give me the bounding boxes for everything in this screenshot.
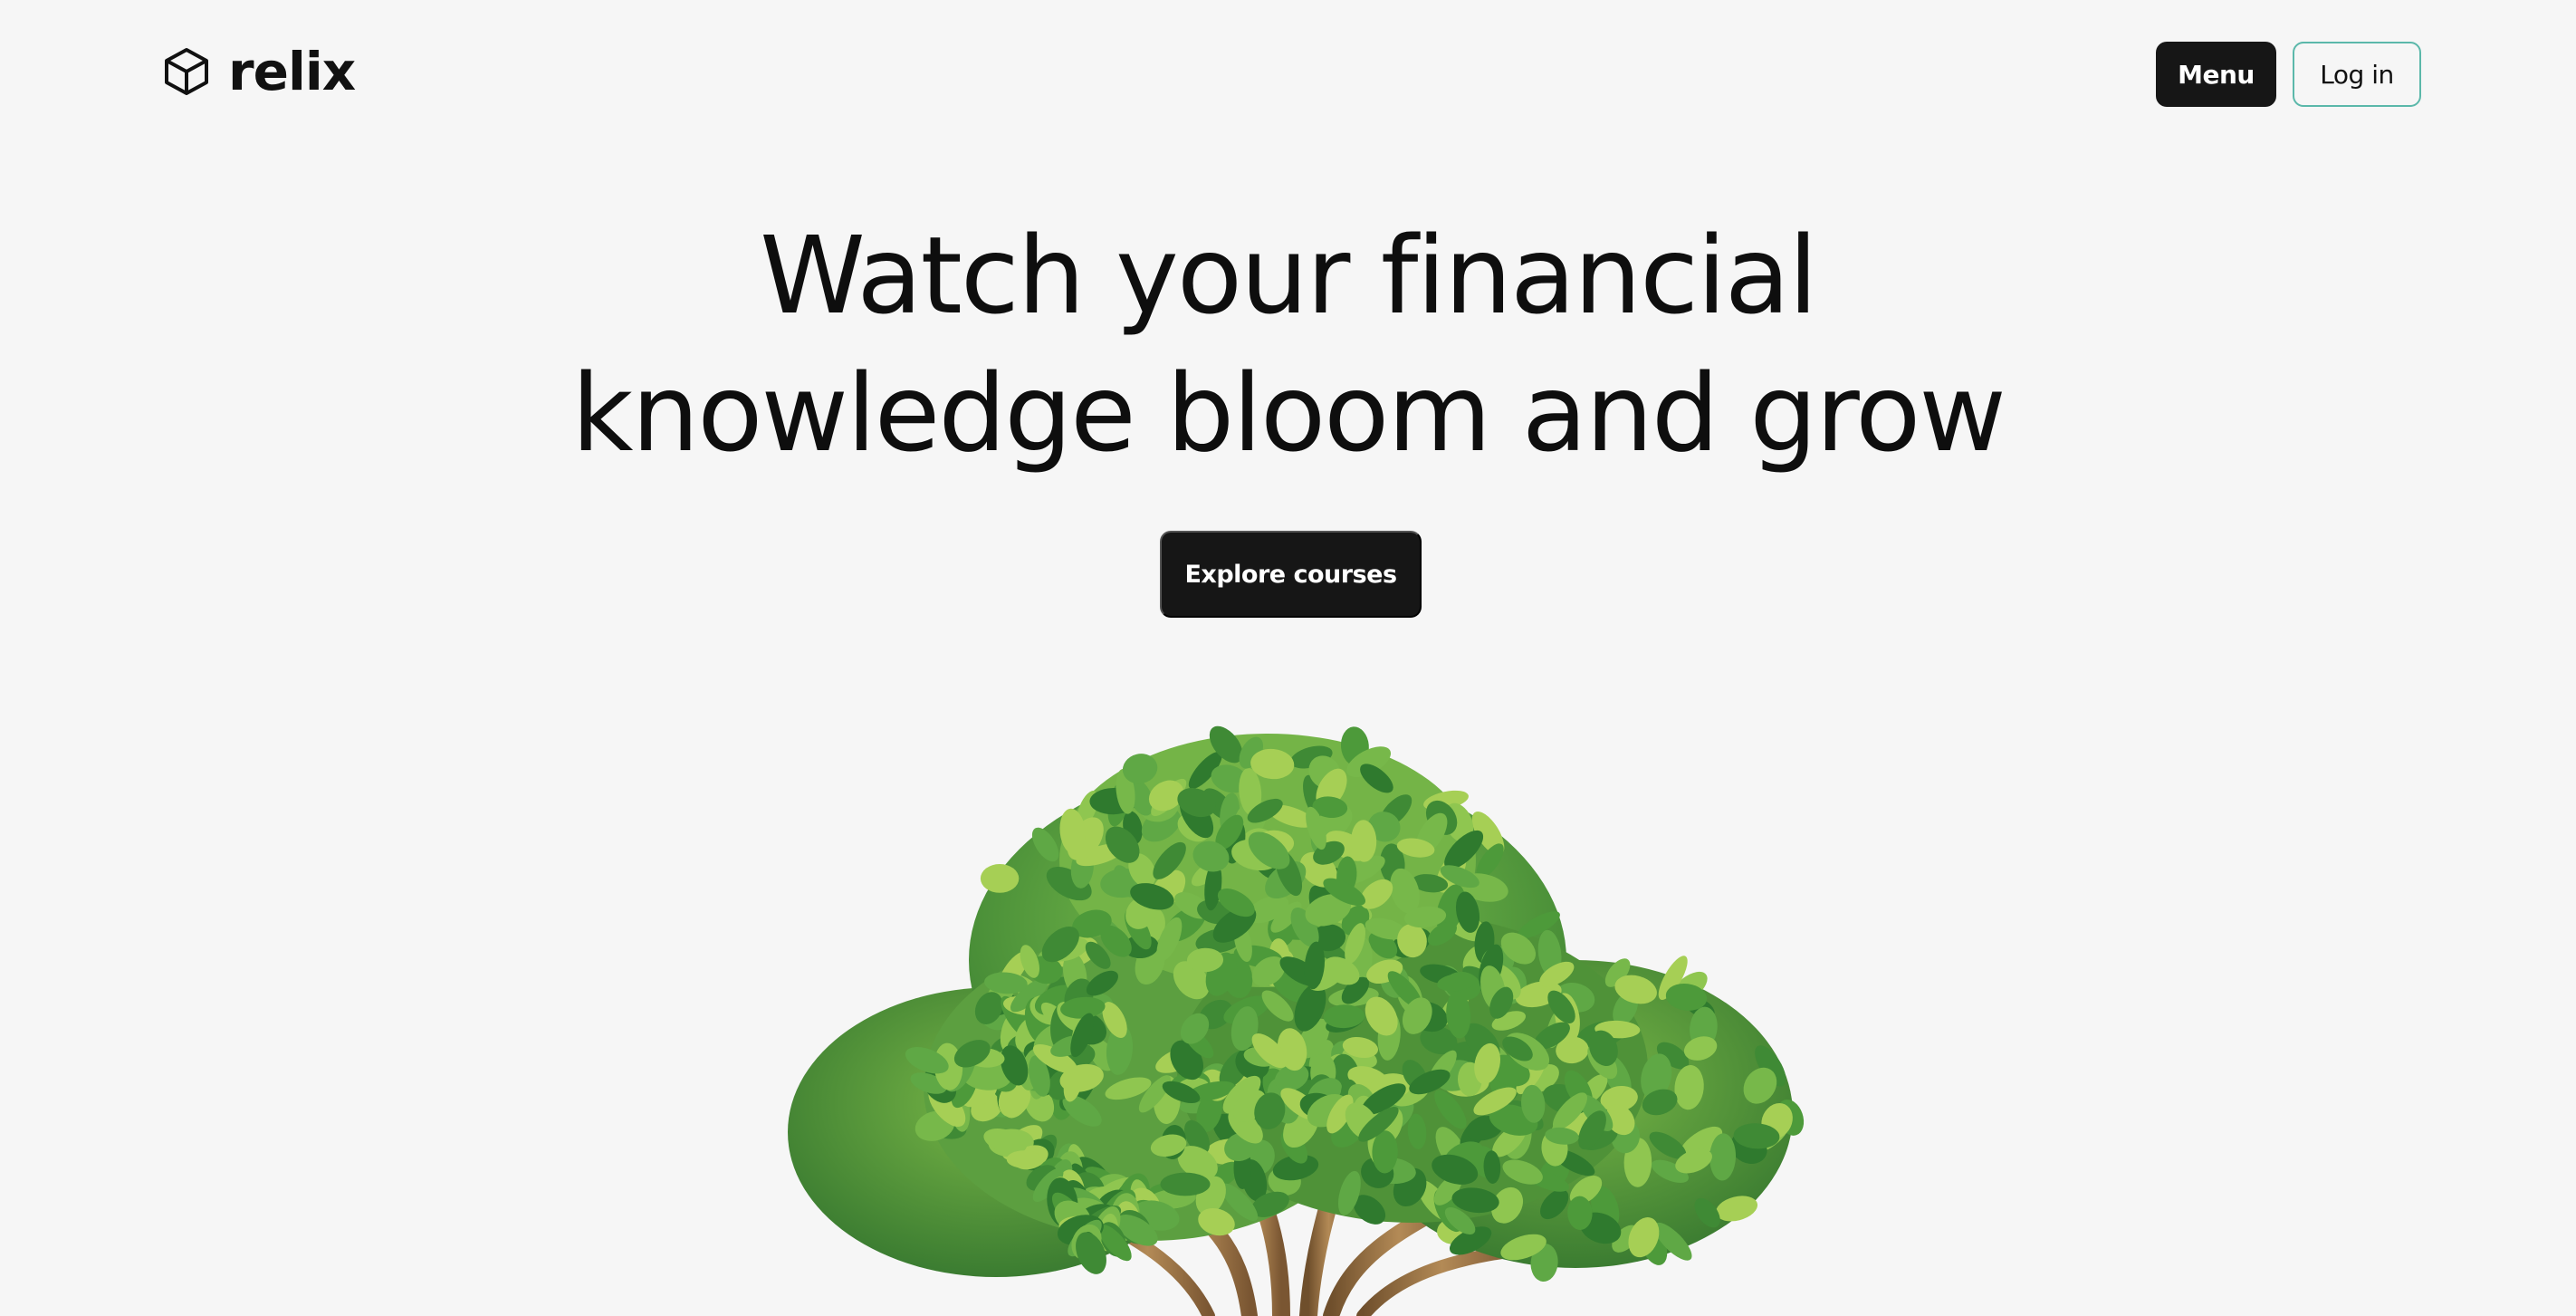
hero-title-line-1: Watch your financial bbox=[760, 213, 1818, 338]
tree-illustration bbox=[788, 725, 1805, 1316]
hero-title-line-2: knowledge bloom and grow bbox=[571, 351, 2006, 475]
brand-name: relix bbox=[228, 41, 356, 102]
leaf bbox=[1160, 1172, 1211, 1196]
hero-title: Watch your financial knowledge bloom and… bbox=[0, 207, 2576, 482]
top-nav: relix Menu Log in bbox=[0, 0, 2576, 154]
leaf bbox=[1006, 1150, 1042, 1168]
menu-button[interactable]: Menu bbox=[2156, 42, 2276, 107]
brand-logo[interactable]: relix bbox=[161, 41, 356, 102]
explore-courses-button[interactable]: Explore courses bbox=[1160, 531, 1422, 618]
leaf bbox=[980, 864, 1020, 893]
nav-actions: Menu Log in bbox=[2156, 42, 2421, 107]
login-button[interactable]: Log in bbox=[2293, 42, 2421, 107]
cube-icon bbox=[161, 46, 212, 97]
